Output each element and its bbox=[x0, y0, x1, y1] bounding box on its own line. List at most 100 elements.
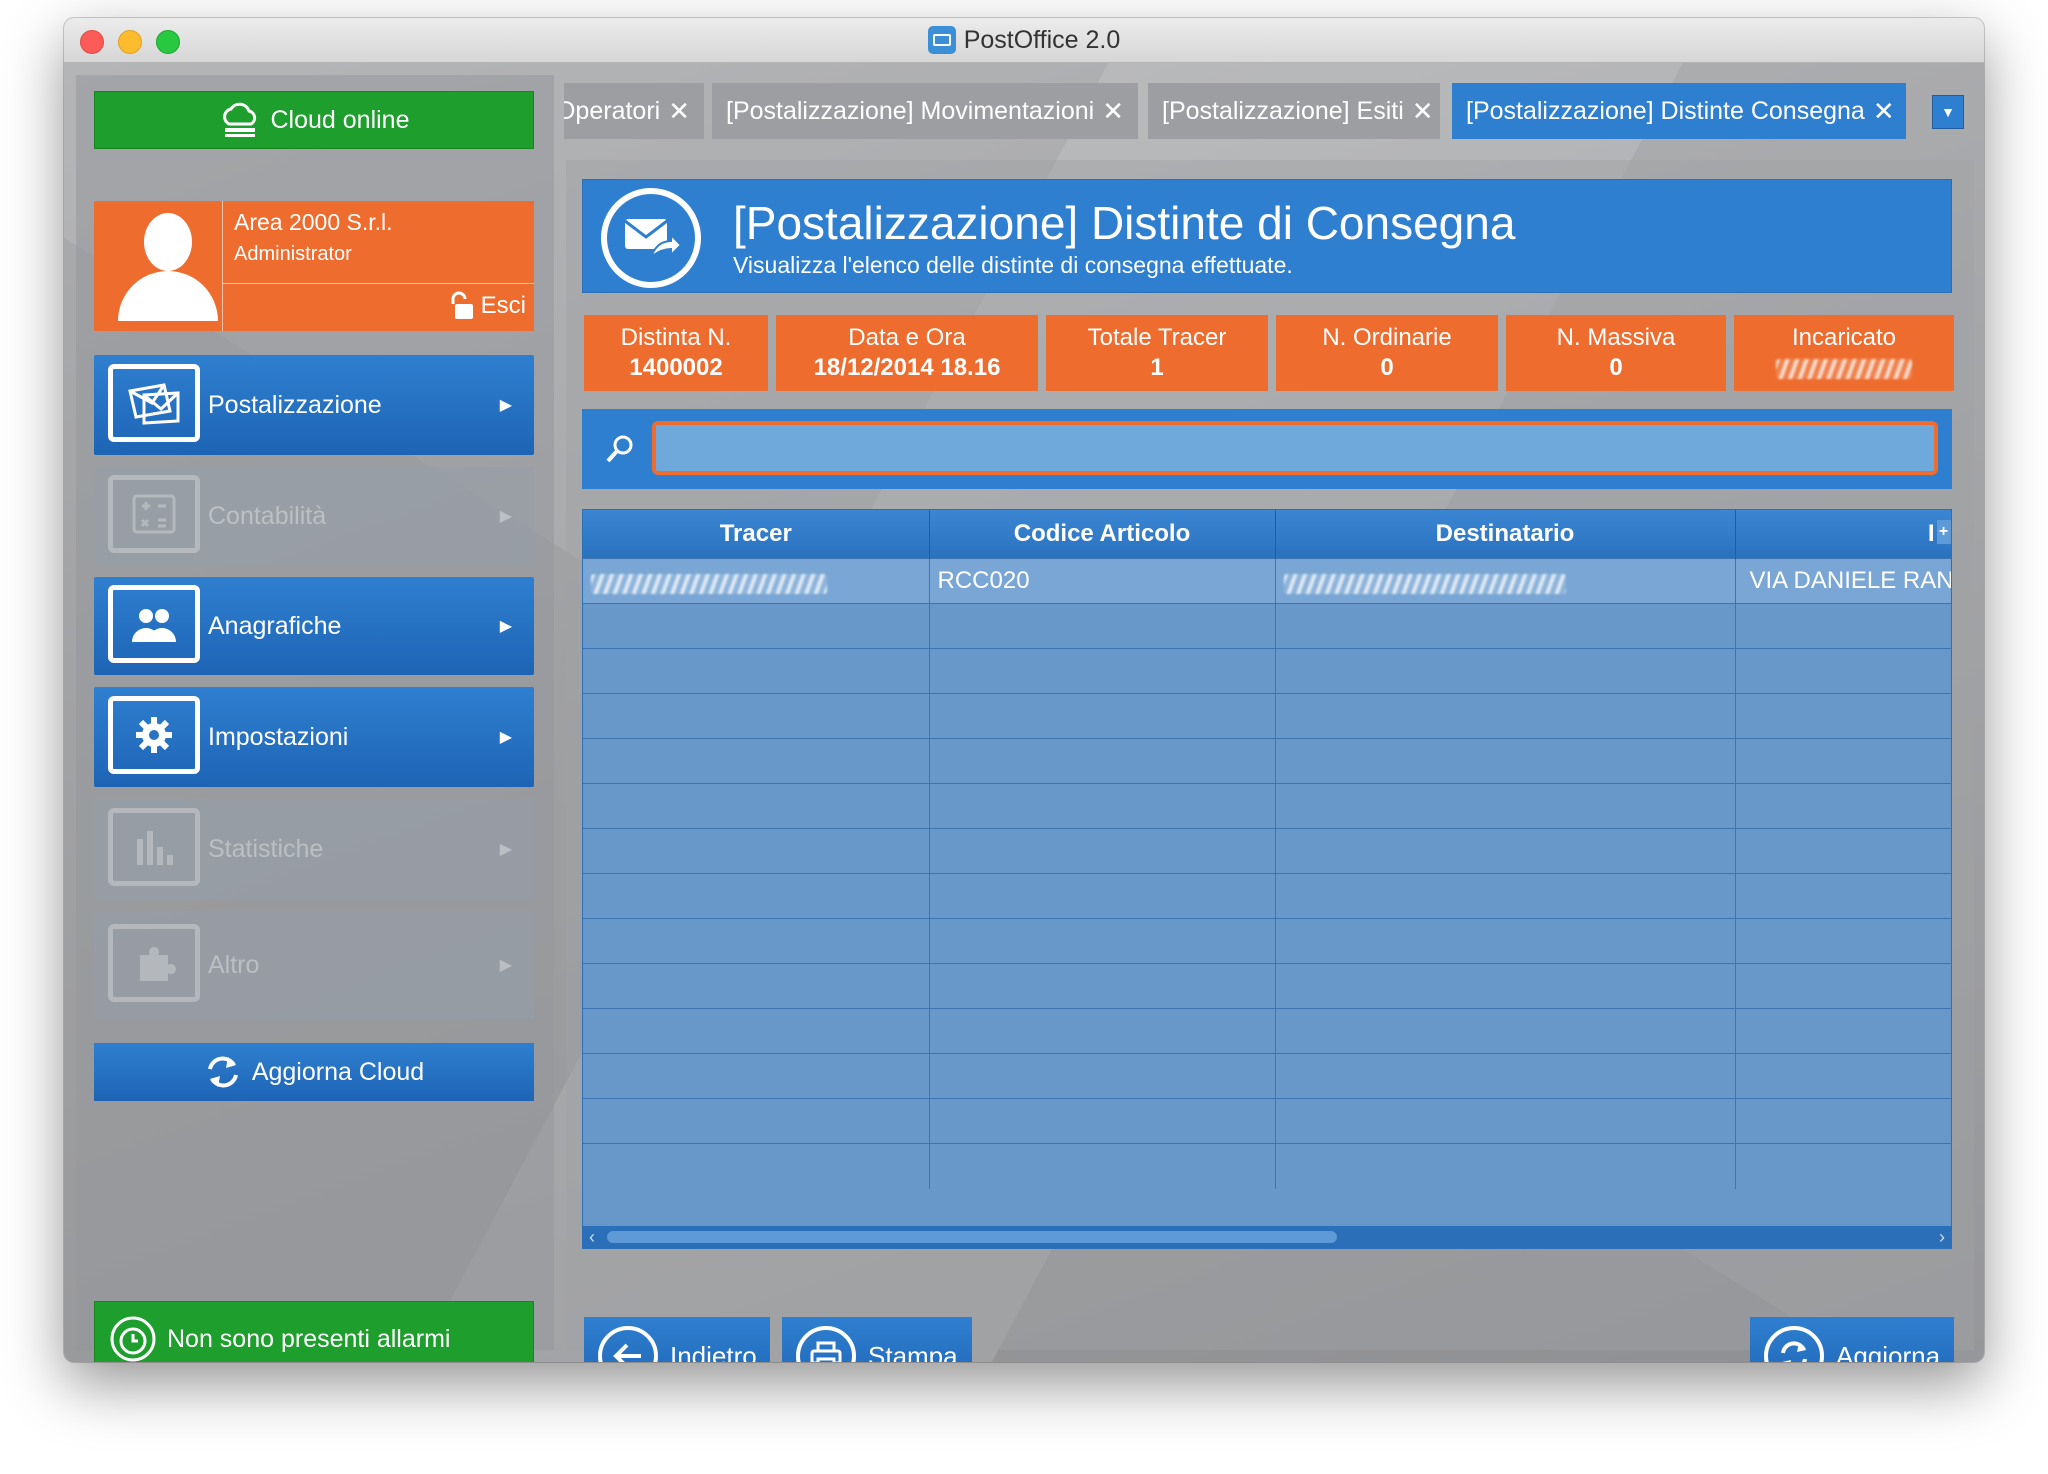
scroll-left-icon[interactable]: ‹ bbox=[589, 1226, 595, 1248]
table-row[interactable] bbox=[583, 693, 1951, 739]
chevron-right-icon: ▶ bbox=[499, 618, 512, 635]
sidebar-item-label: Postalizzazione bbox=[208, 390, 382, 419]
scrollbar-thumb[interactable] bbox=[607, 1231, 1337, 1243]
stat-label: Distinta N. bbox=[620, 324, 732, 351]
tab-label: [Postalizzazione] Esiti bbox=[1162, 96, 1404, 125]
sidebar-item-altro[interactable]: Altro ▶ bbox=[94, 911, 534, 1019]
column-header-destinatario[interactable]: Destinatario bbox=[1275, 510, 1736, 559]
refresh-icon bbox=[207, 1056, 238, 1088]
app-icon bbox=[927, 26, 956, 54]
cell-destinatario-redacted bbox=[1275, 558, 1736, 604]
arrow-left-icon bbox=[598, 1326, 658, 1362]
table-row[interactable] bbox=[583, 648, 1951, 694]
cloud-status-label: Cloud online bbox=[270, 105, 410, 134]
table-row[interactable] bbox=[583, 873, 1951, 919]
column-header-codice-articolo[interactable]: Codice Articolo bbox=[929, 510, 1276, 559]
sidebar-item-anagrafiche[interactable]: Anagrafiche ▶ bbox=[94, 577, 534, 675]
sidebar-item-label: Anagrafiche bbox=[208, 611, 342, 640]
cell-codice: RCC020 bbox=[929, 558, 1276, 604]
page-header: [Postalizzazione] Distinte di Consegna V… bbox=[582, 179, 1952, 293]
table-row[interactable] bbox=[583, 738, 1951, 784]
window-title: PostOffice 2.0 bbox=[64, 18, 1984, 62]
table-row[interactable] bbox=[583, 1098, 1951, 1144]
table-row[interactable] bbox=[583, 603, 1951, 649]
alarms-status[interactable]: Non sono presenti allarmi bbox=[94, 1301, 534, 1362]
unlock-icon bbox=[451, 291, 473, 319]
alarms-label: Non sono presenti allarmi bbox=[167, 1324, 451, 1353]
stat-value: 1 bbox=[1150, 354, 1164, 381]
tab-bar: Operatori ✕ [Postalizzazione] Movimentaz… bbox=[564, 73, 1984, 139]
scroll-right-icon[interactable]: › bbox=[1939, 1226, 1945, 1248]
tab-movimentazioni[interactable]: [Postalizzazione] Movimentazioni ✕ bbox=[712, 83, 1138, 139]
chevron-down-icon: ▼ bbox=[1941, 104, 1955, 120]
column-header-label: I bbox=[1927, 520, 1935, 547]
search-bar bbox=[582, 409, 1952, 489]
sidebar-item-label: Altro bbox=[208, 950, 260, 979]
refresh-cloud-button[interactable]: Aggiorna Cloud bbox=[94, 1043, 534, 1101]
tab-operatori[interactable]: Operatori ✕ bbox=[564, 83, 704, 139]
sidebar-item-contabilita[interactable]: Contabilità ▶ bbox=[94, 467, 534, 565]
table-row[interactable] bbox=[583, 1053, 1951, 1099]
sidebar-item-postalizzazione[interactable]: Postalizzazione ▶ bbox=[94, 355, 534, 455]
search-icon bbox=[606, 435, 633, 463]
stat-ordinarie: N. Ordinarie 0 bbox=[1276, 315, 1498, 391]
logout-button[interactable]: Esci bbox=[445, 291, 526, 321]
column-menu-icon[interactable]: + bbox=[1936, 520, 1951, 544]
user-role: Administrator bbox=[234, 243, 352, 265]
close-tab-icon[interactable]: ✕ bbox=[668, 96, 690, 127]
tab-esiti[interactable]: [Postalizzazione] Esiti ✕ bbox=[1148, 83, 1440, 139]
column-header-tracer[interactable]: Tracer bbox=[583, 510, 930, 559]
column-header-indirizzo[interactable]: I + bbox=[1735, 510, 1951, 559]
user-card: Area 2000 S.r.l. Administrator Esci bbox=[94, 201, 534, 331]
chevron-right-icon: ▶ bbox=[499, 508, 512, 525]
refresh-cloud-label: Aggiorna Cloud bbox=[251, 1057, 425, 1086]
sidebar-item-statistiche[interactable]: Statistiche ▶ bbox=[94, 799, 534, 899]
cell-indirizzo: VIA DANIELE RAN bbox=[1735, 558, 1951, 604]
table-row[interactable] bbox=[583, 828, 1951, 874]
table-row[interactable]: RCC020 VIA DANIELE RAN bbox=[583, 558, 1951, 604]
horizontal-scrollbar[interactable]: ‹ › bbox=[583, 1226, 1951, 1248]
chevron-right-icon: ▶ bbox=[499, 957, 512, 974]
title-bar: PostOffice 2.0 bbox=[64, 18, 1984, 63]
bar-chart-icon bbox=[108, 808, 200, 886]
back-button[interactable]: Indietro bbox=[584, 1317, 770, 1362]
table-row[interactable] bbox=[583, 1143, 1951, 1189]
alarm-clock-icon bbox=[110, 1316, 156, 1362]
chevron-right-icon: ▶ bbox=[499, 729, 512, 746]
stat-value: 0 bbox=[1609, 354, 1623, 381]
print-button[interactable]: Stampa bbox=[782, 1317, 972, 1362]
envelopes-icon bbox=[108, 364, 200, 442]
stat-massiva: N. Massiva 0 bbox=[1506, 315, 1726, 391]
refresh-button[interactable]: Aggiorna bbox=[1750, 1317, 1954, 1362]
tabs-overflow-button[interactable]: ▼ bbox=[1932, 95, 1964, 129]
chevron-right-icon: ▶ bbox=[499, 841, 512, 858]
back-label: Indietro bbox=[670, 1340, 757, 1363]
tab-distinte-consegna[interactable]: [Postalizzazione] Distinte Consegna ✕ bbox=[1452, 83, 1906, 139]
close-tab-icon[interactable]: ✕ bbox=[1102, 96, 1124, 127]
calculator-icon bbox=[108, 475, 200, 553]
user-company: Area 2000 S.r.l. bbox=[234, 209, 393, 235]
table-row[interactable] bbox=[583, 1008, 1951, 1054]
stat-value-redacted bbox=[1734, 353, 1954, 387]
sidebar-item-label: Contabilità bbox=[208, 501, 327, 530]
tab-label: [Postalizzazione] Movimentazioni bbox=[726, 96, 1095, 125]
search-input[interactable] bbox=[652, 421, 1938, 475]
close-tab-icon[interactable]: ✕ bbox=[1873, 96, 1895, 127]
people-icon bbox=[108, 585, 200, 663]
refresh-icon bbox=[1764, 1326, 1824, 1362]
stat-incaricato: Incaricato bbox=[1734, 315, 1954, 391]
close-tab-icon[interactable]: ✕ bbox=[1412, 96, 1434, 127]
table-row[interactable] bbox=[583, 783, 1951, 829]
stat-label: N. Ordinarie bbox=[1322, 324, 1452, 351]
table-row[interactable] bbox=[583, 963, 1951, 1009]
cloud-status-button[interactable]: Cloud online bbox=[94, 91, 534, 149]
window-title-text: PostOffice 2.0 bbox=[963, 25, 1121, 54]
avatar bbox=[112, 213, 224, 321]
stat-value: 0 bbox=[1380, 354, 1394, 381]
printer-icon bbox=[796, 1326, 856, 1362]
print-label: Stampa bbox=[868, 1340, 958, 1363]
stat-distinta: Distinta N. 1400002 bbox=[584, 315, 768, 391]
table-row[interactable] bbox=[583, 918, 1951, 964]
chevron-right-icon: ▶ bbox=[499, 397, 512, 414]
sidebar-item-impostazioni[interactable]: Impostazioni ▶ bbox=[94, 687, 534, 787]
